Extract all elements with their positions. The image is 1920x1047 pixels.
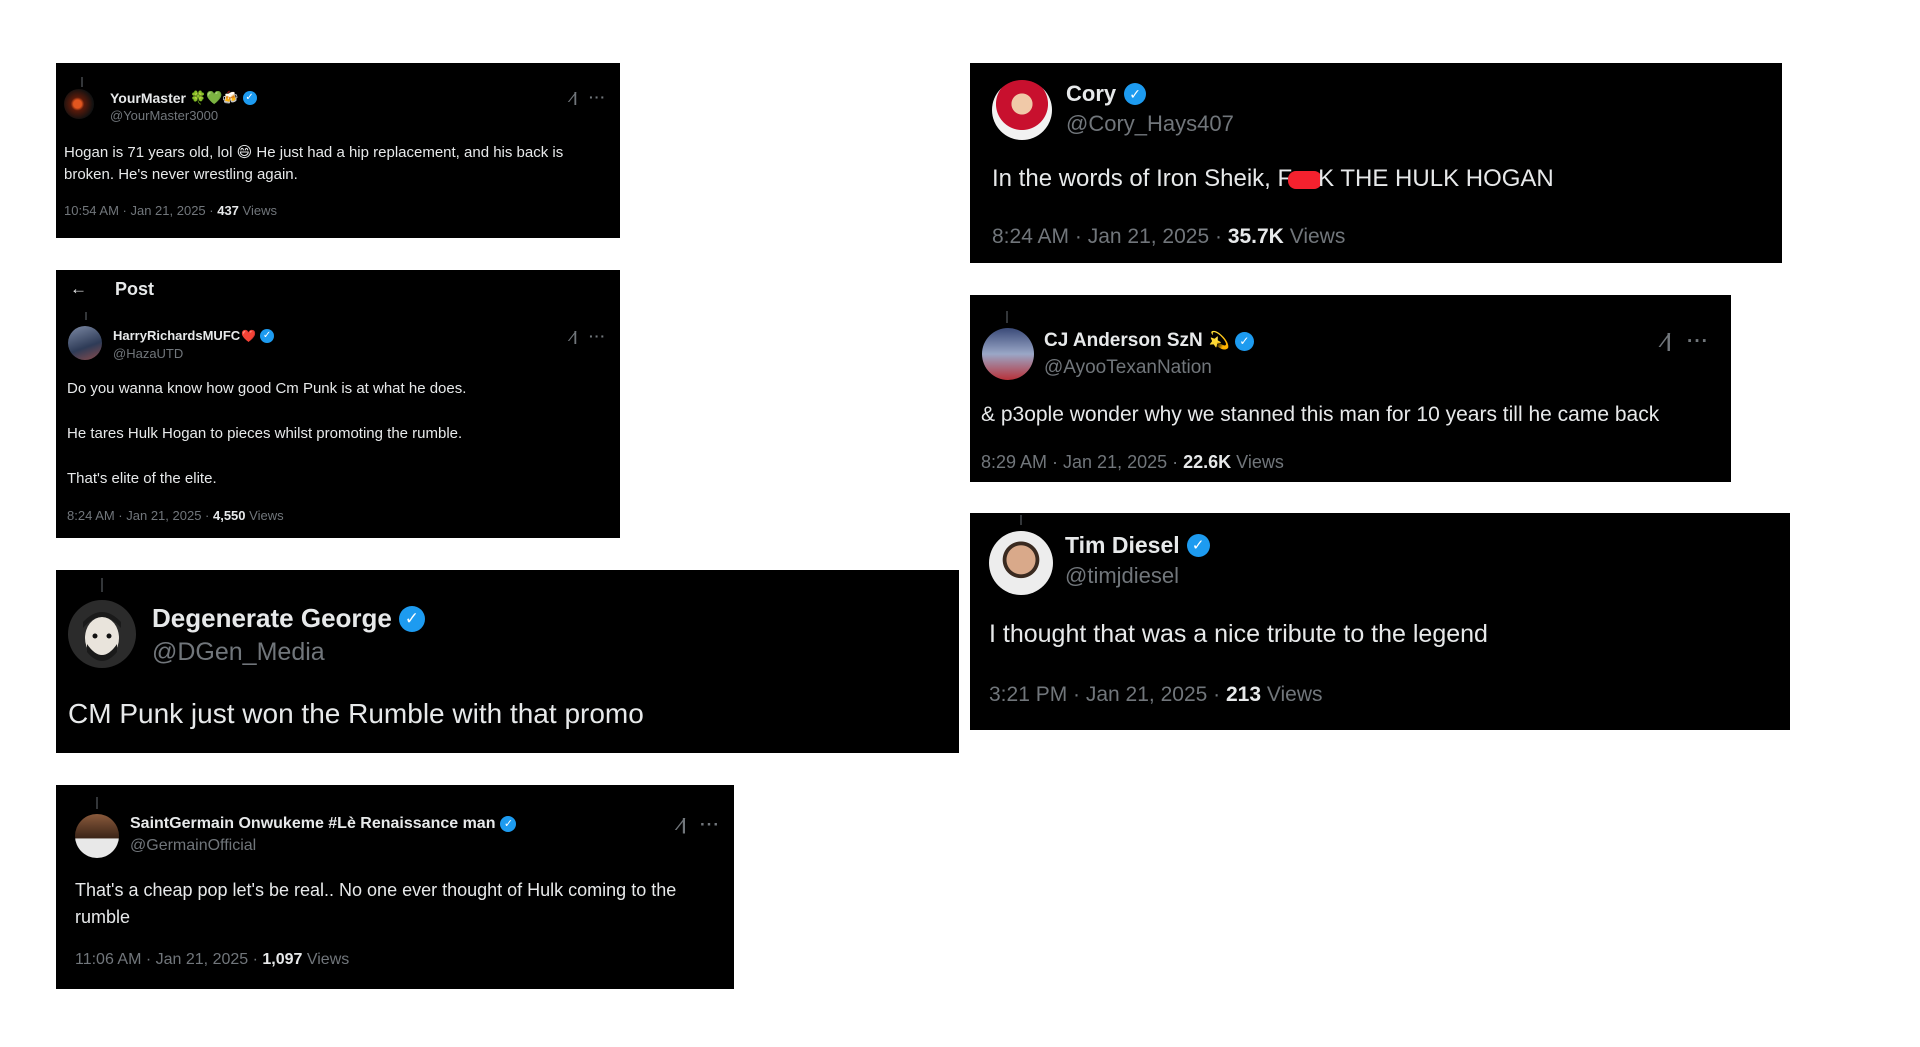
post-header-title: Post bbox=[115, 278, 155, 299]
tweet-text: CM Punk just won the Rumble with that pr… bbox=[68, 698, 644, 729]
views-count: 4,550 bbox=[212, 508, 246, 523]
timestamp[interactable]: 8:24 AM · Jan 21, 2025 · bbox=[992, 225, 1228, 248]
avatar[interactable] bbox=[992, 80, 1052, 140]
tweet-meta: 10:54 AM · Jan 21, 2025 · 437 Views bbox=[64, 203, 277, 218]
timestamp[interactable]: 8:24 AM · Jan 21, 2025 · bbox=[67, 508, 213, 523]
verified-icon: ✓ bbox=[398, 605, 425, 632]
author-handle[interactable]: @Cory_Hays407 bbox=[1066, 111, 1234, 137]
author-name[interactable]: SaintGermain Onwukeme #Lè Renaissance ma… bbox=[130, 815, 495, 833]
tweet-meta: 8:24 AM · Jan 21, 2025 · 35.7K Views bbox=[992, 225, 1345, 249]
author-handle[interactable]: @AyooTexanNation bbox=[1044, 357, 1254, 379]
verified-icon: ✓ bbox=[500, 816, 517, 832]
tweet-text: I thought that was a nice tribute to the… bbox=[989, 620, 1488, 648]
grok-icon[interactable]: ⁄| bbox=[571, 328, 577, 344]
views-label: Views bbox=[245, 508, 284, 523]
tweet-text-part: K THE HULK HOGAN bbox=[1318, 165, 1554, 192]
views-count: 22.6K bbox=[1183, 452, 1232, 472]
verified-icon: ✓ bbox=[1234, 331, 1254, 351]
tweet-text: In the words of Iron Sheik, F K THE HULK … bbox=[992, 165, 1554, 193]
views-label: Views bbox=[1231, 452, 1284, 472]
views-count: 213 bbox=[1225, 683, 1262, 706]
more-icon[interactable]: ··· bbox=[1687, 331, 1709, 353]
tweet-text-line: Do you wanna know how good Cm Punk is at… bbox=[67, 380, 467, 397]
tweet-text: That's a cheap pop let's be real.. No on… bbox=[75, 880, 677, 927]
tweet-card-tim: Tim Diesel ✓ @timjdiesel I thought that … bbox=[970, 513, 1790, 730]
back-arrow-icon[interactable]: ← bbox=[70, 279, 87, 299]
views-count: 35.7K bbox=[1227, 225, 1284, 248]
author-handle[interactable]: @YourMaster3000 bbox=[110, 108, 257, 123]
author-name[interactable]: Cory bbox=[1066, 81, 1116, 107]
name-emoji: ❤️ bbox=[241, 328, 257, 343]
thread-line bbox=[101, 578, 103, 592]
avatar-illustration bbox=[83, 612, 121, 661]
thread-line bbox=[1006, 311, 1008, 323]
tweet-text-part: In the words of Iron Sheik, F bbox=[992, 165, 1293, 192]
author-handle[interactable]: @timjdiesel bbox=[1065, 563, 1210, 589]
avatar[interactable] bbox=[75, 814, 119, 858]
verified-icon: ✓ bbox=[1186, 534, 1210, 557]
thread-line bbox=[85, 312, 87, 320]
views-count: 437 bbox=[217, 203, 239, 218]
tweet-card-cory: Cory ✓ @Cory_Hays407 In the words of Iro… bbox=[970, 63, 1782, 263]
avatar[interactable] bbox=[64, 89, 94, 119]
name-emoji: 💫 bbox=[1208, 331, 1230, 350]
views-label: Views bbox=[302, 951, 350, 968]
grok-icon[interactable]: ⁄| bbox=[1663, 331, 1672, 353]
avatar[interactable] bbox=[982, 328, 1034, 380]
post-header: ← Post bbox=[70, 278, 154, 300]
timestamp[interactable]: 10:54 AM · Jan 21, 2025 · bbox=[64, 203, 217, 218]
tweet-card-harry: ← Post HarryRichardsMUFC ❤️ ✓ @HazaUTD ⁄… bbox=[56, 270, 620, 538]
tweet-text: & p3ople wonder why we stanned this man … bbox=[981, 403, 1660, 426]
timestamp[interactable]: 11:06 AM · Jan 21, 2025 · bbox=[75, 951, 262, 968]
tweet-card-saintgermain: SaintGermain Onwukeme #Lè Renaissance ma… bbox=[56, 785, 734, 989]
grok-icon[interactable]: ⁄| bbox=[678, 815, 686, 835]
views-count: 1,097 bbox=[262, 951, 303, 968]
views-label: Views bbox=[1261, 683, 1323, 706]
thread-line bbox=[96, 797, 98, 809]
tweet-meta: 11:06 AM · Jan 21, 2025 · 1,097 Views bbox=[75, 951, 349, 969]
author-handle[interactable]: @GermainOfficial bbox=[130, 837, 516, 855]
tweet-card-cj: CJ Anderson SzN 💫 ✓ @AyooTexanNation ⁄| … bbox=[970, 295, 1731, 482]
avatar[interactable] bbox=[989, 531, 1053, 595]
tweet-card-yourmaster: YourMaster 🍀💚🍻 ✓ @YourMaster3000 ⁄| ··· … bbox=[56, 63, 620, 238]
tweet-text-line: That's elite of the elite. bbox=[67, 470, 217, 487]
verified-icon: ✓ bbox=[260, 328, 275, 343]
verified-icon: ✓ bbox=[1124, 83, 1147, 105]
grok-icon[interactable]: ⁄| bbox=[571, 89, 577, 105]
author-handle[interactable]: @HazaUTD bbox=[113, 346, 274, 361]
views-label: Views bbox=[1283, 225, 1346, 248]
tweet-text: Hogan is 71 years old, lol 😄 He just had… bbox=[64, 144, 564, 183]
more-icon[interactable]: ··· bbox=[700, 815, 720, 835]
thread-line bbox=[81, 77, 83, 87]
verified-icon: ✓ bbox=[242, 91, 257, 105]
tweet-card-george: Degenerate George ✓ @DGen_Media CM Punk … bbox=[56, 570, 959, 753]
tweet-meta: 8:29 AM · Jan 21, 2025 · 22.6K Views bbox=[981, 452, 1284, 473]
avatar[interactable] bbox=[68, 600, 136, 668]
author-handle[interactable]: @DGen_Media bbox=[152, 638, 425, 667]
name-emoji: 🍀💚🍻 bbox=[189, 90, 239, 105]
timestamp[interactable]: 8:29 AM · Jan 21, 2025 · bbox=[981, 452, 1183, 472]
avatar[interactable] bbox=[68, 326, 102, 360]
author-name[interactable]: Degenerate George bbox=[152, 603, 392, 634]
author-name[interactable]: HarryRichardsMUFC bbox=[113, 328, 240, 343]
author-name[interactable]: CJ Anderson SzN bbox=[1044, 330, 1203, 352]
timestamp[interactable]: 3:21 PM · Jan 21, 2025 · bbox=[989, 683, 1226, 706]
thread-line bbox=[1020, 515, 1022, 525]
author-name[interactable]: Tim Diesel bbox=[1065, 532, 1180, 559]
more-icon[interactable]: ··· bbox=[589, 328, 606, 344]
tweet-meta: 3:21 PM · Jan 21, 2025 · 213 Views bbox=[989, 683, 1323, 707]
author-name[interactable]: YourMaster bbox=[110, 90, 186, 106]
more-icon[interactable]: ··· bbox=[589, 89, 606, 105]
tweet-text-line: He tares Hulk Hogan to pieces whilst pro… bbox=[67, 425, 463, 442]
views-label: Views bbox=[238, 203, 277, 218]
tweet-meta: 8:24 AM · Jan 21, 2025 · 4,550 Views bbox=[67, 508, 284, 523]
